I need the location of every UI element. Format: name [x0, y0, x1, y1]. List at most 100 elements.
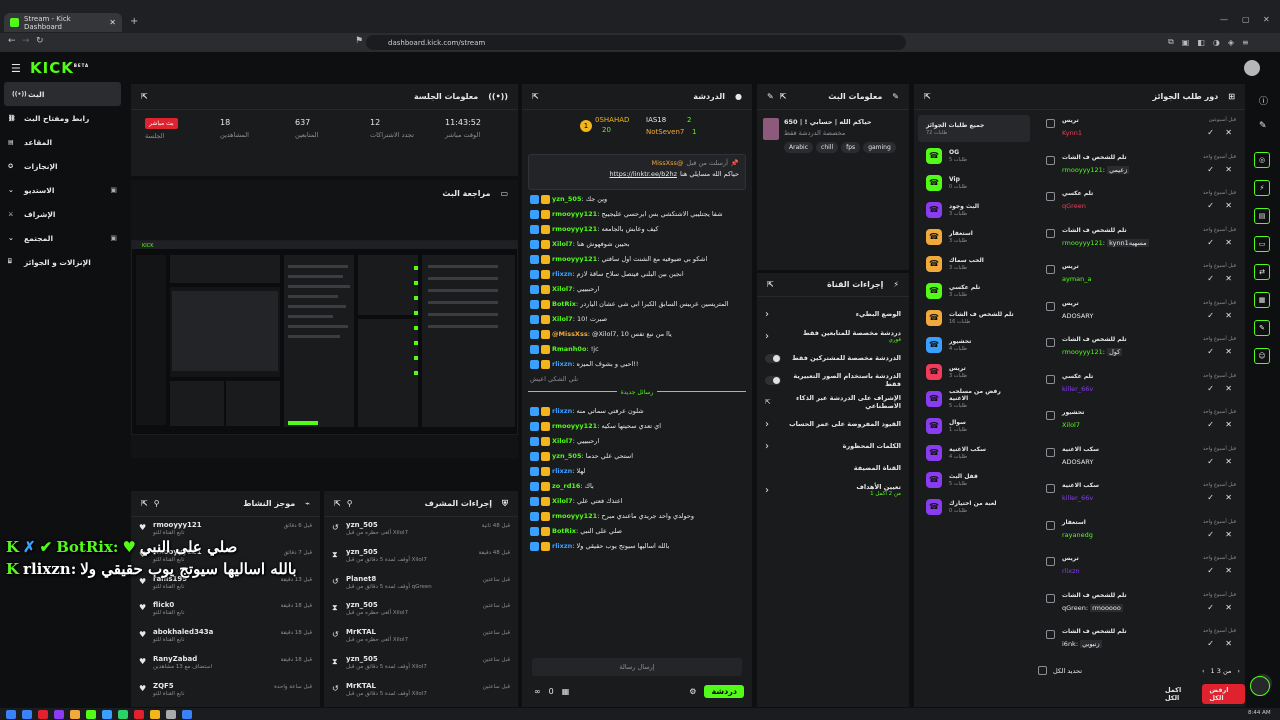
filter-icon[interactable]: ⚲ — [154, 499, 160, 508]
reward-category[interactable]: ☎ سوال 1 طلبات — [918, 412, 1030, 439]
request-user[interactable]: Xilol7 — [1062, 421, 1080, 429]
reject-icon[interactable]: ✕ — [1225, 566, 1232, 575]
request-checkbox[interactable] — [1046, 119, 1055, 128]
chat-username[interactable]: yzn_505 — [552, 195, 581, 203]
chat-username[interactable]: BotRix — [552, 300, 576, 308]
popout-icon[interactable]: ⇱ — [780, 92, 787, 101]
reward-category[interactable]: ☎ رفض من مسلحب الاغنية 5 طلبات — [918, 385, 1030, 412]
approve-icon[interactable]: ✓ — [1207, 566, 1214, 575]
request-checkbox[interactable] — [1046, 338, 1055, 347]
prev-page-icon[interactable]: ‹ — [1202, 667, 1205, 675]
chevron-down-icon[interactable]: ⌄ — [8, 234, 16, 242]
reject-icon[interactable]: ✕ — [1225, 238, 1232, 247]
approve-icon[interactable]: ✓ — [1207, 165, 1214, 174]
chat-message[interactable]: Rmanh0o: !jc — [522, 342, 752, 357]
request-user[interactable]: qGreen — [1062, 604, 1086, 612]
chevron-right-icon[interactable]: › — [765, 485, 769, 496]
request-checkbox[interactable] — [1046, 520, 1055, 530]
reject-icon[interactable]: ✕ — [1225, 420, 1232, 429]
sidebar-item[interactable]: ((•)) البث — [4, 82, 121, 106]
approve-icon[interactable]: ✓ — [1207, 201, 1214, 210]
window-maximize-icon[interactable]: ▢ — [1242, 15, 1250, 24]
request-checkbox[interactable] — [1046, 484, 1055, 493]
request-user[interactable]: rlixzn — [1062, 567, 1080, 575]
leader-1-name[interactable]: 0SHAHAD — [595, 116, 629, 124]
menu-icon[interactable]: ≡ — [1242, 38, 1249, 47]
wrench-icon[interactable]: ✎ — [1254, 320, 1270, 336]
request-checkbox[interactable] — [1046, 593, 1055, 603]
chat-message[interactable]: rlixzn: احبي و بشوف الميزه!! — [522, 357, 752, 372]
back-icon[interactable]: ← — [8, 36, 16, 46]
channel-action-item[interactable]: الدردشة باستخدام الصور التعبيرية فقط — [757, 369, 909, 391]
channel-action-item[interactable]: دردشة مخصصة للمتابعين فقط فوري › — [757, 325, 909, 347]
chat-username[interactable]: rlixzn — [552, 407, 572, 415]
chevron-right-icon[interactable]: › — [765, 419, 769, 430]
sidebar-item[interactable]: ⚔ الإشراف — [0, 202, 125, 226]
chat-username[interactable]: @MissXss — [552, 330, 588, 338]
chat-message[interactable]: rmooyyy121: اي تعدي سحيتها سكيه — [522, 419, 752, 434]
reject-icon[interactable]: ✕ — [1225, 274, 1232, 283]
request-user[interactable]: killer_66v — [1062, 494, 1093, 502]
request-user[interactable]: qGreen — [1062, 202, 1086, 210]
approve-icon[interactable]: ✓ — [1207, 457, 1214, 466]
channel-action-item[interactable]: تعيين الأهداف 1 من 2 أكمل › — [757, 479, 909, 501]
search-icon[interactable] — [22, 710, 32, 719]
reject-icon[interactable]: ✕ — [1225, 457, 1232, 466]
edit-layout-icon[interactable]: ✎ — [1259, 121, 1267, 131]
chat-username[interactable]: rmooyyy121 — [552, 225, 597, 233]
reward-category[interactable]: ☎ Vip 0 طلبات — [918, 169, 1030, 196]
sidebar-item[interactable]: ✪ الإنجازات — [0, 154, 125, 178]
reject-icon[interactable]: ✕ — [1225, 311, 1232, 320]
reward-category[interactable]: ☎ تحشيور 4 طلبات — [918, 331, 1030, 358]
channel-action-item[interactable]: الإشراف على الدردشة عبر الذكاء الاصطناعي… — [757, 391, 909, 413]
target-icon[interactable]: ◎ — [1254, 152, 1270, 168]
avatar[interactable] — [1244, 60, 1260, 76]
filter-icon[interactable]: ⚲ — [347, 499, 353, 508]
chat-message[interactable]: yzn_505: استحي علي حدما — [522, 449, 752, 464]
chat-message[interactable]: Xilol7: صبرت !10 — [522, 312, 752, 327]
reject-icon[interactable]: ✕ — [1225, 530, 1232, 539]
approve-icon[interactable]: ✓ — [1207, 493, 1214, 502]
request-user[interactable]: rmooyyy121 — [1062, 166, 1103, 174]
window-minimize-icon[interactable]: — — [1220, 15, 1228, 24]
channel-action-item[interactable]: القيود المفروضة على عمر الحساب › — [757, 413, 909, 435]
popout-icon[interactable]: ⇱ — [141, 92, 148, 101]
chat-message[interactable]: rlixzn: انجين بين البلني فيتصل سلاح ساقة… — [522, 267, 752, 282]
reward-category[interactable]: ☎ تريس 3 طلبات — [918, 358, 1030, 385]
chat-message[interactable]: rlixzn: لهلا — [522, 464, 752, 479]
chat-username[interactable]: Xilol7 — [552, 437, 573, 445]
chat-username[interactable]: rlixzn — [552, 270, 572, 278]
shield-icon[interactable]: ◈ — [1228, 38, 1234, 47]
reward-category[interactable]: جميع طلبات الجوائز 72 طلبات — [918, 115, 1030, 142]
chat-message[interactable]: rmooyyy121: وحولدي واحد جريدي ماعندي مبر… — [522, 509, 752, 524]
channel-action-item[interactable]: الدردشة مخصصة للمشتركين فقط — [757, 347, 909, 369]
request-user[interactable]: ADOSARY — [1062, 312, 1093, 320]
info-icon[interactable]: ⓘ — [1259, 94, 1268, 107]
request-checkbox[interactable] — [1046, 557, 1055, 566]
reward-category[interactable]: ☎ لعبة من اختيارك 0 طلبات — [918, 493, 1030, 520]
chat-message[interactable]: نلي الشكي اعيش — [522, 372, 752, 387]
chevron-right-icon[interactable]: › — [765, 441, 769, 452]
app-icon[interactable] — [86, 710, 96, 719]
chat-username[interactable]: rmooyyy121 — [552, 422, 597, 430]
start-icon[interactable] — [6, 710, 16, 719]
window-close-icon[interactable]: ✕ — [1263, 15, 1270, 24]
leader-3-name[interactable]: NotSeven7 — [646, 128, 684, 136]
chat-input[interactable]: إرسال رسالة — [532, 658, 742, 676]
pinned-message[interactable]: 📌 أرسلت من قبل @MissXss حياكم الله مسايل… — [528, 154, 746, 190]
reject-icon[interactable]: ✕ — [1225, 603, 1232, 612]
calendar-icon[interactable]: ▦ — [562, 687, 570, 696]
settings-icon[interactable]: ⚙ — [689, 687, 696, 696]
tag-chip[interactable]: Arabic — [784, 142, 814, 153]
chat-username[interactable]: rlixzn — [552, 360, 572, 368]
users-icon[interactable]: ☺ — [1254, 348, 1270, 364]
popout-icon[interactable]: ⇱ — [924, 92, 931, 101]
reject-icon[interactable]: ✕ — [1225, 493, 1232, 502]
chat-message[interactable]: rmooyyy121: شفا يجتليبي الاشتكشي بس ابرح… — [522, 207, 752, 222]
reject-icon[interactable]: ✕ — [1225, 384, 1232, 393]
leader-2-name[interactable]: IAS18 — [646, 116, 666, 124]
approve-icon[interactable]: ✓ — [1207, 639, 1214, 648]
chat-icon[interactable]: ▭ — [1254, 236, 1270, 252]
approve-icon[interactable]: ✓ — [1207, 420, 1214, 429]
sidebar-item[interactable]: ⌸ الإنزالات و الجوائز — [0, 250, 125, 274]
